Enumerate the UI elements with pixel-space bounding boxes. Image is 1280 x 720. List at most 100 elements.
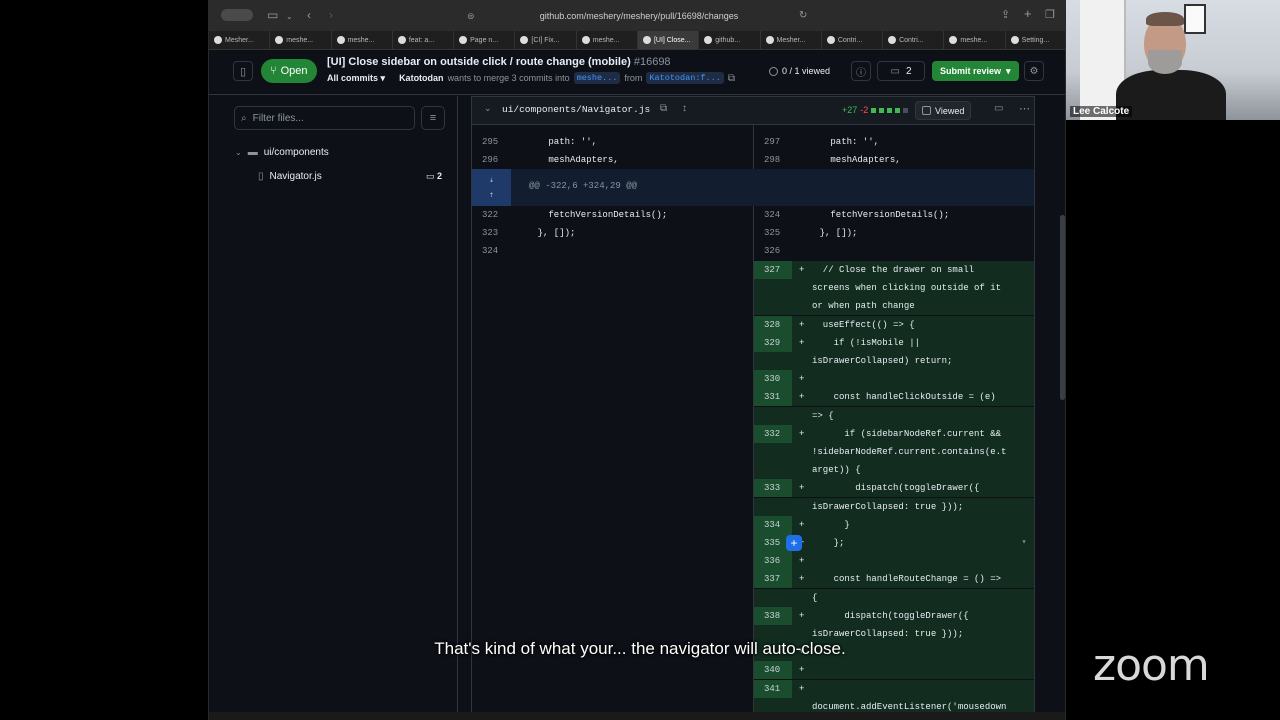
line-number[interactable]: 323 — [472, 224, 510, 242]
head-branch[interactable]: Katotodan:f... — [646, 72, 724, 84]
browser-tab[interactable]: [UI] Close... — [637, 31, 700, 49]
pr-subtitle: All commits ▾ Katotodan wants to merge 3… — [327, 72, 735, 84]
browser-tab[interactable]: meshe... — [270, 31, 332, 49]
line-number[interactable]: 334 — [754, 515, 792, 534]
browser-tab[interactable]: Contri... — [822, 31, 884, 49]
diff-filename[interactable]: ui/components/Navigator.js — [502, 104, 650, 115]
file-tree-toggle-button[interactable]: ▯ — [233, 61, 253, 81]
browser-tab[interactable]: [CI] Fix... — [515, 31, 577, 49]
expand-icon[interactable]: ↕ — [682, 103, 687, 114]
commits-dropdown[interactable]: All commits ▾ — [327, 73, 385, 84]
filter-files-input[interactable] — [252, 112, 393, 124]
diff-line: 298 meshAdapters, — [754, 151, 1034, 169]
line-number[interactable]: 298 — [754, 151, 792, 169]
chevron-down-icon[interactable]: ⌄ — [484, 103, 492, 114]
copy-icon[interactable]: ⧉ — [660, 103, 667, 114]
browser-tab[interactable]: github... — [699, 31, 761, 49]
line-number[interactable]: 324 — [472, 242, 510, 260]
diff-right-column: 297 path: '', 298 meshAdapters, 324 fetchV… — [753, 125, 1034, 720]
comments-button[interactable]: ▭ 2 — [877, 61, 925, 81]
line-number[interactable]: 324 — [754, 206, 792, 224]
comment-icon[interactable]: ▭ — [994, 103, 1003, 114]
back-icon[interactable]: ‹ — [307, 8, 311, 22]
line-number[interactable]: 337 — [754, 570, 792, 589]
plus-marker: + — [799, 665, 805, 676]
line-number[interactable]: 325 — [754, 224, 792, 242]
submit-review-label: Submit review — [940, 66, 1002, 76]
add-comment-button[interactable]: + — [786, 535, 802, 551]
horizontal-scrollbar[interactable] — [209, 712, 1065, 720]
line-number[interactable]: 340 — [754, 661, 792, 680]
line-number[interactable]: 341 — [754, 679, 792, 698]
sidebar-toggle-icon[interactable]: ▭ — [267, 8, 278, 22]
browser-tab[interactable]: Page n... — [454, 31, 516, 49]
viewed-count-text: 0 / 1 viewed — [782, 66, 831, 76]
added-line: 335 };++▾ — [754, 534, 1034, 552]
browser-tab[interactable]: meshe... — [944, 31, 1006, 49]
favicon-icon — [520, 36, 529, 44]
tree-folder-item[interactable]: ⌄ ▬ ui/components — [235, 147, 329, 158]
chevron-down-icon[interactable]: ⌄ — [286, 10, 293, 24]
share-icon[interactable]: ⇪ — [1001, 8, 1010, 22]
pr-author-link[interactable]: Katotodan — [399, 73, 444, 83]
filter-options-button[interactable]: ≡ — [421, 106, 445, 130]
comment-icon: ▭ — [890, 65, 900, 77]
code-text: isDrawerCollapsed) return; — [812, 356, 953, 366]
line-number[interactable]: 329 — [754, 333, 792, 352]
address-bar[interactable]: github.com/meshery/meshery/pull/16698/ch… — [459, 6, 819, 25]
line-number[interactable]: 336 — [754, 552, 792, 571]
code-text: fetchVersionDetails(); — [516, 210, 668, 220]
info-button[interactable]: ⓘ — [851, 61, 871, 81]
tab-bar: Mesher... meshe... meshe... feat: a... Page … — [209, 31, 1065, 50]
favicon-icon — [704, 36, 713, 44]
pr-number: #16698 — [633, 56, 671, 68]
favicon-icon — [336, 36, 345, 44]
browser-tab[interactable]: Mesher... — [761, 31, 822, 49]
line-number[interactable]: 338 — [754, 606, 792, 625]
line-number[interactable]: 333 — [754, 479, 792, 498]
browser-tab[interactable]: Contri... — [883, 31, 945, 49]
settings-button[interactable]: ⚙ — [1024, 61, 1044, 81]
browser-tab[interactable]: feat: a... — [393, 31, 455, 49]
plus-marker: + — [799, 265, 805, 275]
browser-tab[interactable]: Mesher... — [209, 31, 271, 49]
code-text: } — [812, 519, 850, 530]
pr-state-badge: ⑂ Open — [261, 59, 317, 83]
line-number[interactable]: 296 — [472, 151, 510, 169]
browser-tab[interactable]: Setting... — [1006, 31, 1065, 49]
line-number[interactable]: 326 — [754, 242, 792, 260]
forward-icon[interactable]: › — [329, 8, 333, 22]
reload-icon[interactable]: ↻ — [799, 9, 807, 23]
expand-hunk-button[interactable]: ⇣ ⇡ — [472, 169, 511, 206]
base-branch[interactable]: meshe... — [573, 72, 621, 84]
tree-file-item[interactable]: ▯ Navigator.js ▭ 2 — [258, 171, 448, 182]
filter-files-field[interactable]: ⌕ — [234, 106, 415, 130]
line-number[interactable]: 327 — [754, 261, 792, 279]
line-number[interactable]: 331 — [754, 388, 792, 407]
window-controls[interactable] — [221, 9, 253, 21]
added-line: 337 const handleRouteChange = () => + — [754, 570, 1034, 589]
vertical-scrollbar[interactable] — [1060, 215, 1065, 400]
line-number[interactable]: 330 — [754, 370, 792, 389]
line-number[interactable]: 328 — [754, 315, 792, 334]
browser-tab[interactable]: meshe... — [577, 31, 638, 49]
line-number[interactable]: 332 — [754, 424, 792, 443]
viewed-checkbox-button[interactable]: Viewed — [915, 101, 972, 120]
new-tab-icon[interactable]: + — [1024, 7, 1032, 21]
tab-overview-icon[interactable]: ⊜ — [467, 9, 475, 23]
more-icon[interactable]: ⋯ — [1019, 102, 1030, 115]
diffstat-block — [903, 107, 909, 113]
browser-tab[interactable]: meshe... — [332, 31, 393, 49]
code-text: isDrawerCollapsed: true })); — [812, 501, 964, 512]
line-number[interactable]: 295 — [472, 133, 510, 151]
line-number[interactable]: 297 — [754, 133, 792, 151]
submit-review-button[interactable]: Submit review ▾ — [932, 61, 1019, 81]
favicon-icon — [459, 36, 468, 44]
copy-icon[interactable]: ⧉ — [728, 73, 735, 84]
line-options-icon[interactable]: ▾ — [1016, 535, 1032, 551]
tabs-grid-icon[interactable]: ❐ — [1045, 8, 1055, 22]
favicon-icon — [275, 36, 284, 44]
diff-body: 295 path: '', 296 meshAdapters, 322 fetchV… — [472, 125, 1034, 720]
progress-circle-icon — [769, 66, 778, 76]
line-number[interactable]: 322 — [472, 206, 510, 224]
